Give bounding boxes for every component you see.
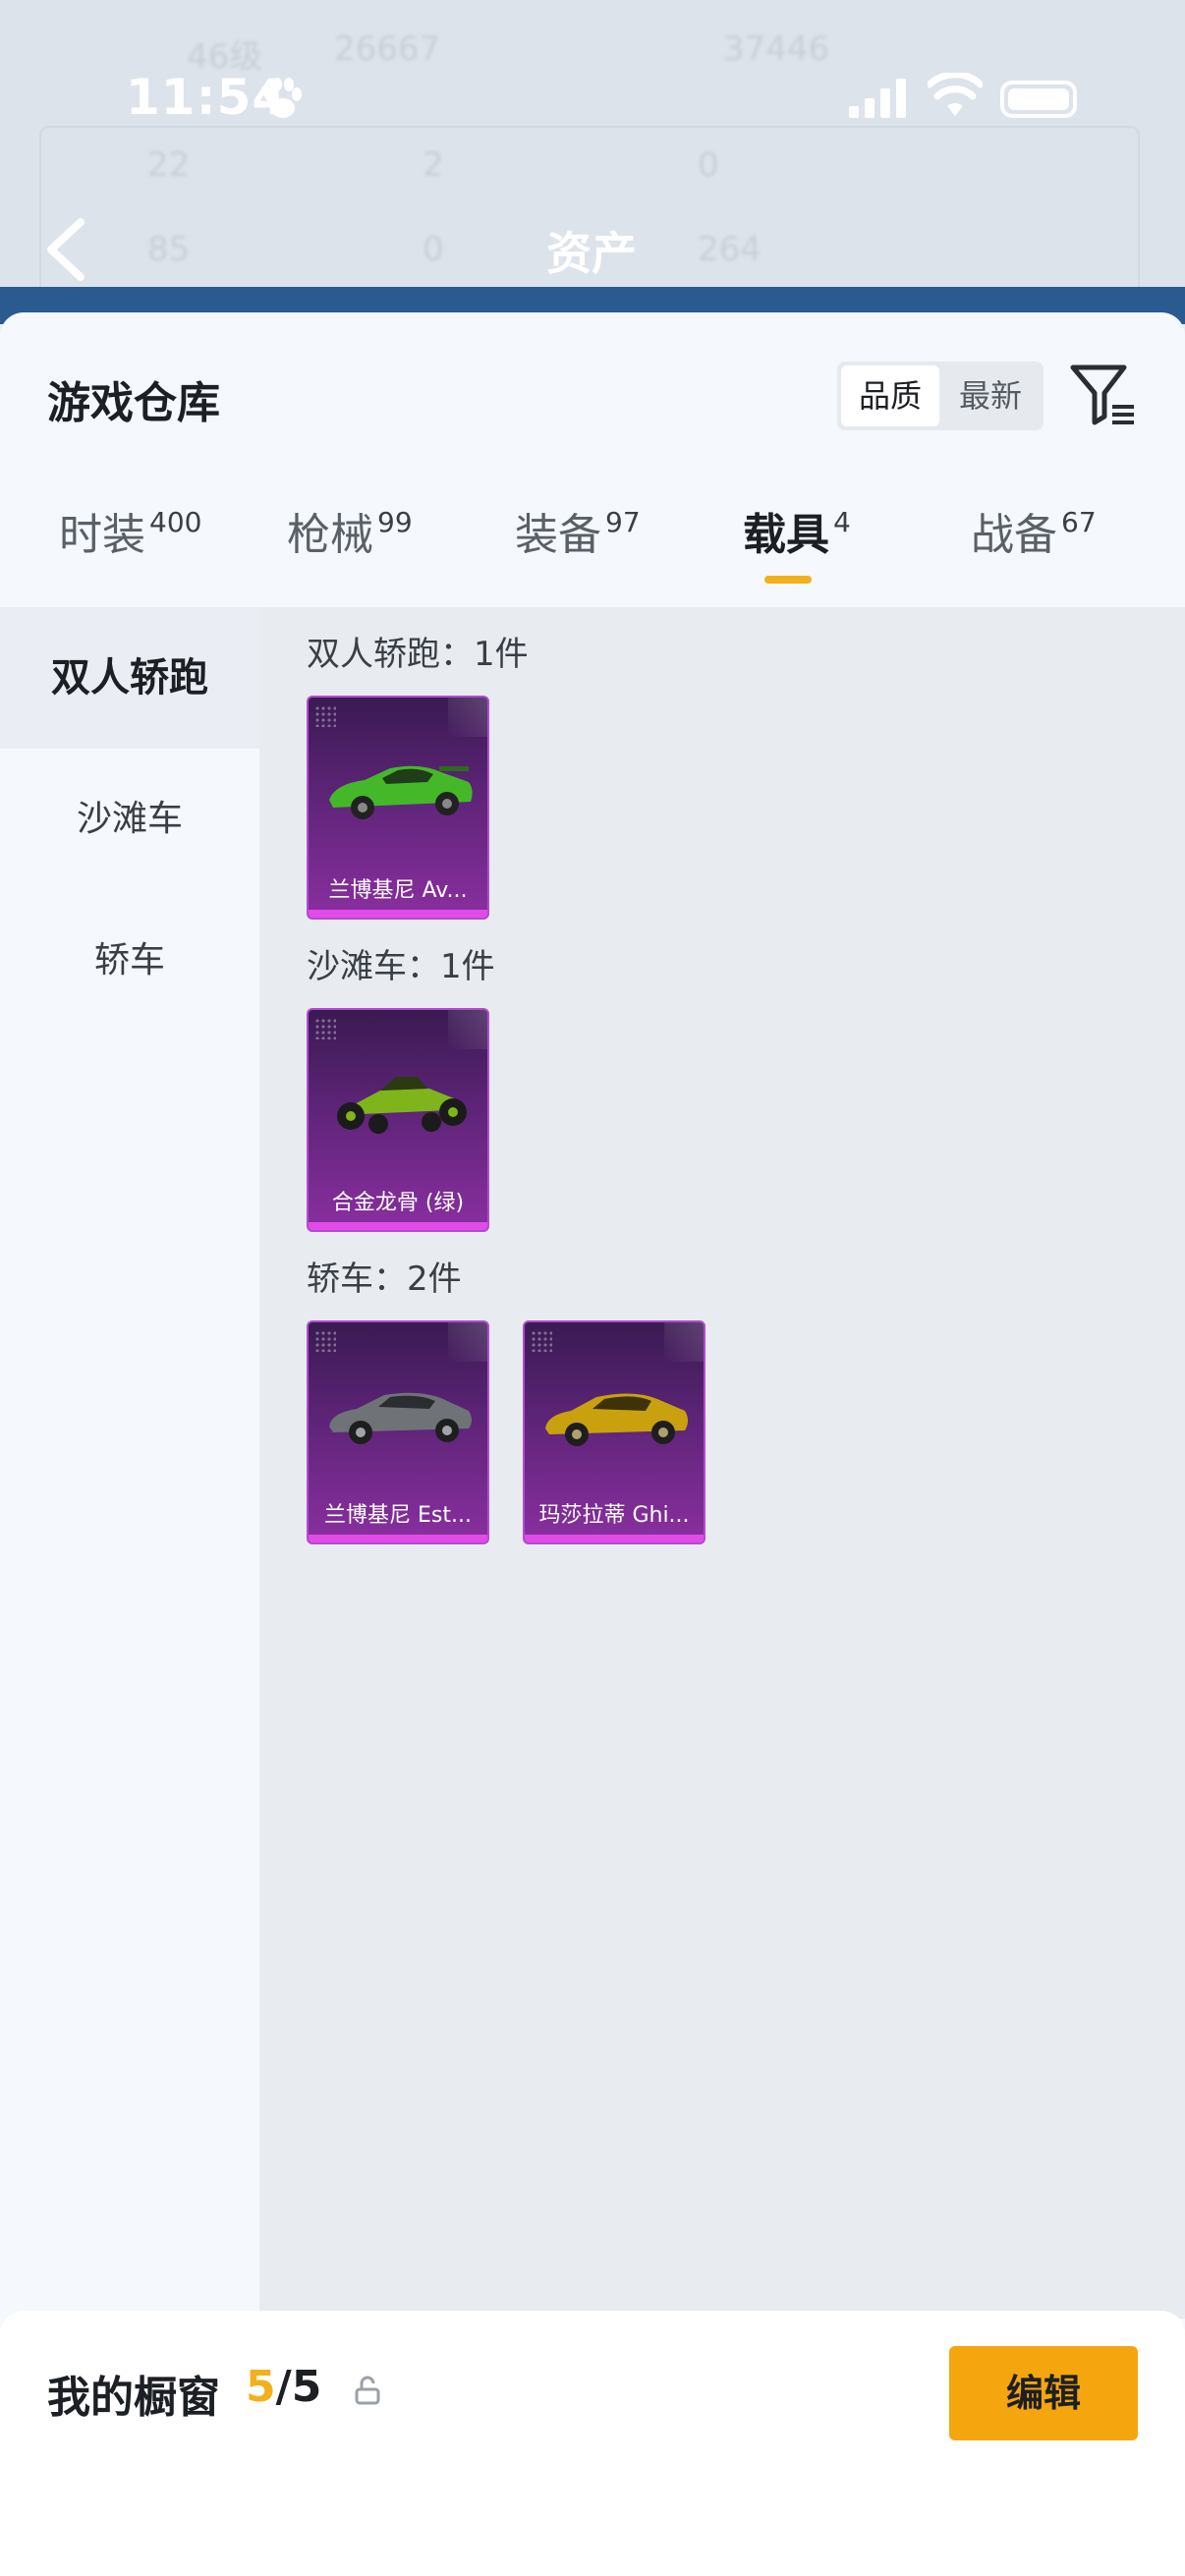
nav-item-beach-buggy[interactable]: 沙滩车 <box>0 749 259 890</box>
sports-car-icon <box>329 765 473 819</box>
section-title: 沙滩车：1件 <box>307 947 495 986</box>
tab-equipment[interactable]: 装备 97 <box>515 499 641 607</box>
filter-icon[interactable] <box>1069 362 1138 430</box>
item-card[interactable]: 玛莎拉蒂 Ghi... <box>523 1320 705 1544</box>
sedan-icon <box>329 1392 472 1444</box>
tab-active-indicator <box>764 576 812 584</box>
tab-label: 时装 <box>59 510 145 560</box>
tab-count: 99 <box>377 506 413 538</box>
card-pattern <box>314 1330 336 1352</box>
card-pattern <box>314 705 336 727</box>
nav-item-sedan[interactable]: 轿车 <box>0 890 259 1032</box>
subcategory-nav: 双人轿跑 沙滩车 轿车 <box>0 607 259 2576</box>
showcase-separator: / <box>275 2362 292 2412</box>
card-corner-shine <box>448 698 487 737</box>
background-page-title: 资产 <box>546 227 637 280</box>
tab-label: 载具 <box>743 510 829 560</box>
tab-count: 400 <box>149 506 202 538</box>
card-corner-shine <box>664 1322 704 1362</box>
tab-fashion[interactable]: 时装 400 <box>59 499 201 607</box>
paw-icon <box>264 78 302 118</box>
status-bar: 11:54 <box>0 59 1185 138</box>
tab-supplies[interactable]: 战备 67 <box>971 499 1097 607</box>
nav-item-coupe[interactable]: 双人轿跑 <box>0 607 259 749</box>
edit-button[interactable]: 编辑 <box>949 2346 1138 2440</box>
rarity-bar <box>309 910 487 918</box>
section-title: 轿车：2件 <box>307 1260 462 1299</box>
tab-count: 97 <box>605 506 641 538</box>
sort-newest-button[interactable]: 最新 <box>941 365 1040 426</box>
item-name: 兰博基尼 Av... <box>328 878 468 903</box>
item-card[interactable]: 兰博基尼 Est... <box>307 1320 489 1544</box>
item-name: 合金龙骨 (绿) <box>331 1191 465 1215</box>
card-pattern <box>314 1018 336 1039</box>
battery-icon <box>1000 81 1077 118</box>
tab-label: 枪械 <box>287 510 373 560</box>
showcase-bar: 我的橱窗 5/5 编辑 <box>0 2311 1185 2576</box>
tab-count: 4 <box>833 506 851 538</box>
buggy-icon <box>337 1077 467 1134</box>
section-title: 双人轿跑：1件 <box>307 635 529 674</box>
category-tabs: 时装 400 枪械 99 装备 97 载具 4 战备 67 <box>0 499 1185 607</box>
sort-quality-button[interactable]: 品质 <box>841 365 939 426</box>
item-grid: 双人轿跑：1件 兰博基尼 Av... 沙滩车：1件 合金龙骨 (绿) 轿车：2件… <box>259 607 1185 2319</box>
showcase-label: 我的橱窗 <box>47 2373 220 2423</box>
rarity-bar <box>309 1535 487 1542</box>
item-name: 兰博基尼 Est... <box>324 1503 472 1528</box>
item-name: 玛莎拉蒂 Ghi... <box>538 1503 690 1528</box>
rarity-bar <box>525 1535 704 1542</box>
card-corner-shine <box>448 1010 487 1049</box>
tab-count: 67 <box>1061 506 1097 538</box>
tab-firearms[interactable]: 枪械 99 <box>287 499 413 607</box>
card-corner-shine <box>448 1322 487 1362</box>
sort-toggle: 品质 最新 <box>837 362 1044 430</box>
sheet-title: 游戏仓库 <box>47 378 220 428</box>
back-arrow-icon[interactable] <box>43 218 86 281</box>
card-pattern <box>531 1330 552 1352</box>
showcase-total: 5 <box>291 2362 322 2412</box>
sedan-icon <box>545 1393 688 1446</box>
signal-icon <box>849 79 906 118</box>
rarity-bar <box>309 1222 487 1230</box>
showcase-current: 5 <box>246 2362 276 2412</box>
tab-label: 战备 <box>971 510 1057 560</box>
unlock-icon <box>355 2376 380 2405</box>
warehouse-sheet: 游戏仓库 品质 最新 时装 400 枪械 99 装备 97 载具 4 战备 67 双人轿跑… <box>0 312 1185 2576</box>
tab-label: 装备 <box>515 510 601 560</box>
wifi-icon <box>928 73 983 116</box>
item-card[interactable]: 合金龙骨 (绿) <box>307 1008 489 1232</box>
item-card[interactable]: 兰博基尼 Av... <box>307 696 489 920</box>
tab-vehicles[interactable]: 载具 4 <box>743 499 851 607</box>
showcase-count: 5/5 <box>246 2362 321 2412</box>
background-header: 46级 26667 37446 22 2 0 85 0 264 11:54 资产 <box>0 0 1185 324</box>
